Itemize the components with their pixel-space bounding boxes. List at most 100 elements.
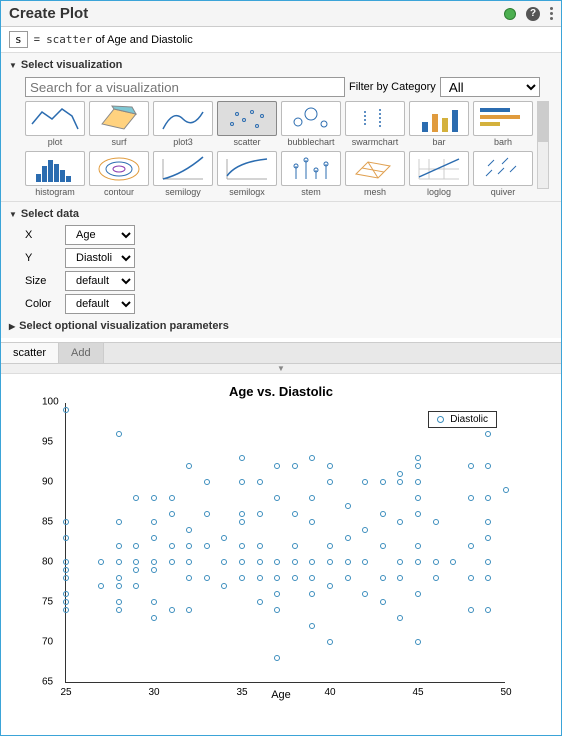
data-point [204,543,210,549]
data-point [274,559,280,565]
data-point [63,575,69,581]
data-select-y[interactable]: Diastolic [65,248,135,268]
y-tick: 70 [42,637,53,648]
data-point [362,479,368,485]
viz-surf[interactable]: surf [89,101,149,147]
data-point [468,575,474,581]
viz-plot[interactable]: plot [25,101,85,147]
search-visualization-input[interactable] [25,77,345,97]
gallery-scrollbar[interactable] [537,101,549,189]
data-point [397,479,403,485]
x-tick: 30 [148,687,159,698]
data-point [116,559,122,565]
data-point [239,511,245,517]
output-variable[interactable]: s [9,31,28,48]
data-point [116,607,122,613]
data-point [415,559,421,565]
x-axis-label: Age [271,689,291,701]
viz-scatter[interactable]: scatter [217,101,277,147]
data-select-x[interactable]: Age [65,225,135,245]
data-point [397,519,403,525]
x-tick: 35 [236,687,247,698]
viz-plot3[interactable]: plot3 [153,101,213,147]
data-point [380,511,386,517]
data-point [239,575,245,581]
viz-bubblechart[interactable]: bubblechart [281,101,341,147]
legend[interactable]: Diastolic [428,411,497,428]
viz-bar[interactable]: bar [409,101,469,147]
tab-add[interactable]: Add [59,343,104,363]
chevron-down-icon: ▼ [9,61,17,70]
y-tick: 65 [42,677,53,688]
data-point [116,599,122,605]
viz-contour[interactable]: contour [89,151,149,197]
viz-semilogx[interactable]: semilogx [217,151,277,197]
y-tick: 95 [42,437,53,448]
data-point [186,559,192,565]
viz-histogram[interactable]: histogram [25,151,85,197]
viz-mesh[interactable]: mesh [345,151,405,197]
select-visualization-header[interactable]: ▼ Select visualization [9,57,553,73]
viz-stem[interactable]: stem [281,151,341,197]
menu-icon[interactable] [550,7,553,20]
data-point [362,527,368,533]
data-point [274,607,280,613]
data-point [362,559,368,565]
data-point [397,575,403,581]
viz-loglog[interactable]: loglog [409,151,469,197]
data-point [397,471,403,477]
viz-swarmchart[interactable]: swarmchart [345,101,405,147]
data-point [415,543,421,549]
data-select-size[interactable]: default [65,271,135,291]
data-point [415,463,421,469]
data-point [116,431,122,437]
data-point [327,463,333,469]
legend-marker-icon [437,416,444,423]
filter-category-select[interactable]: All [440,77,540,97]
x-tick: 50 [500,687,511,698]
data-point [274,575,280,581]
data-point [257,599,263,605]
viz-quiver[interactable]: quiver [473,151,533,197]
data-point [63,599,69,605]
data-label-color: Color [25,298,57,310]
data-point [309,575,315,581]
chevron-down-icon: ▼ [9,210,17,219]
data-point [116,583,122,589]
data-point [292,543,298,549]
data-point [274,463,280,469]
data-point [274,655,280,661]
data-point [292,463,298,469]
viz-barh[interactable]: barh [473,101,533,147]
data-point [485,519,491,525]
data-select-color[interactable]: default [65,294,135,314]
data-point [327,559,333,565]
data-point [221,559,227,565]
data-point [468,495,474,501]
data-point [397,559,403,565]
data-point [133,495,139,501]
help-icon[interactable]: ? [526,7,540,21]
data-point [345,535,351,541]
select-data-header[interactable]: ▼ Select data [9,206,553,222]
data-point [151,495,157,501]
data-point [63,607,69,613]
data-point [151,567,157,573]
data-point [380,599,386,605]
data-point [169,607,175,613]
optional-params-header[interactable]: ▶ Select optional visualization paramete… [9,318,553,334]
data-label-y: Y [25,252,57,264]
data-point [63,519,69,525]
data-point [327,543,333,549]
data-label-size: Size [25,275,57,287]
data-point [98,559,104,565]
collapse-handle[interactable]: ▼ [1,364,561,374]
data-point [362,591,368,597]
data-point [309,455,315,461]
viz-semilogy[interactable]: semilogy [153,151,213,197]
data-point [204,575,210,581]
data-point [204,479,210,485]
data-point [257,511,263,517]
data-point [186,607,192,613]
tab-scatter[interactable]: scatter [1,343,59,363]
